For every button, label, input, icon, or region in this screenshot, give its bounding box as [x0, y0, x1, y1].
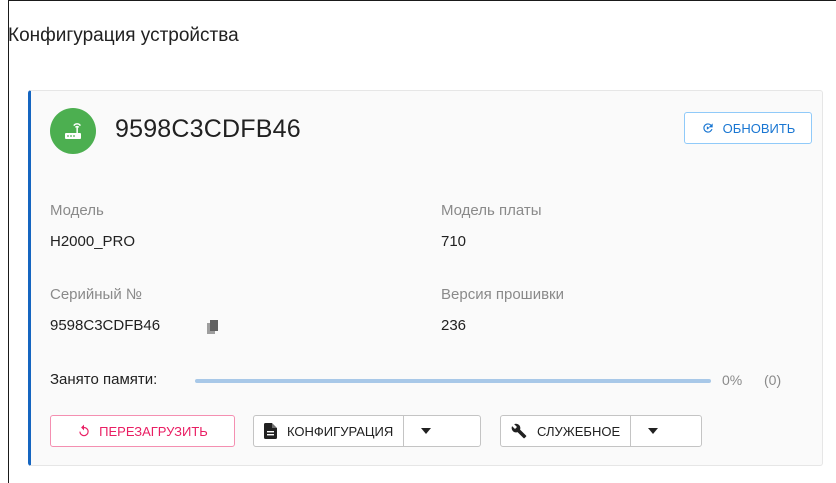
configuration-button-label: КОНФИГУРАЦИЯ — [287, 423, 394, 439]
refresh-button[interactable]: ОБНОВИТЬ — [684, 112, 812, 144]
serial-label: Серийный № — [50, 286, 142, 303]
device-name: 9598C3CDFB46 — [115, 115, 301, 143]
configuration-button[interactable]: КОНФИГУРАЦИЯ — [254, 416, 403, 446]
reboot-button-label: ПЕРЕЗАГРУЗИТЬ — [99, 423, 208, 439]
service-split-button: СЛУЖЕБНОЕ — [500, 415, 702, 447]
memory-label: Занято памяти: — [50, 371, 158, 388]
reboot-icon — [79, 424, 89, 437]
device-card: 9598C3CDFB46 ОБНОВИТЬ Модель H2000_PRO М… — [28, 90, 823, 466]
memory-progress-bar — [195, 379, 711, 383]
device-avatar — [50, 108, 96, 154]
refresh-button-label: ОБНОВИТЬ — [722, 120, 796, 136]
firmware-value: 236 — [441, 317, 467, 334]
configuration-split-button: КОНФИГУРАЦИЯ — [253, 415, 481, 447]
service-button[interactable]: СЛУЖЕБНОЕ — [501, 416, 630, 446]
serial-value: 9598C3CDFB46 — [50, 317, 161, 334]
chevron-down-icon — [421, 428, 432, 434]
document-icon — [264, 423, 277, 439]
memory-count: (0) — [764, 372, 782, 388]
configuration-dropdown-toggle[interactable] — [403, 416, 448, 446]
firmware-label: Версия прошивки — [441, 286, 564, 303]
board-model-value: 710 — [441, 233, 467, 250]
memory-percent: 0% — [722, 372, 743, 388]
service-button-label: СЛУЖЕБНОЕ — [537, 423, 621, 439]
model-label: Модель — [50, 202, 104, 219]
page-title: Конфигурация устройства — [8, 25, 239, 46]
chevron-down-icon — [648, 428, 659, 434]
refresh-icon — [702, 123, 713, 133]
copy-icon[interactable] — [207, 320, 219, 334]
service-dropdown-toggle[interactable] — [630, 416, 675, 446]
wrench-icon — [511, 423, 527, 439]
board-model-label: Модель платы — [441, 202, 542, 219]
model-value: H2000_PRO — [50, 233, 136, 250]
reboot-button[interactable]: ПЕРЕЗАГРУЗИТЬ — [50, 415, 235, 447]
router-icon — [65, 123, 81, 139]
